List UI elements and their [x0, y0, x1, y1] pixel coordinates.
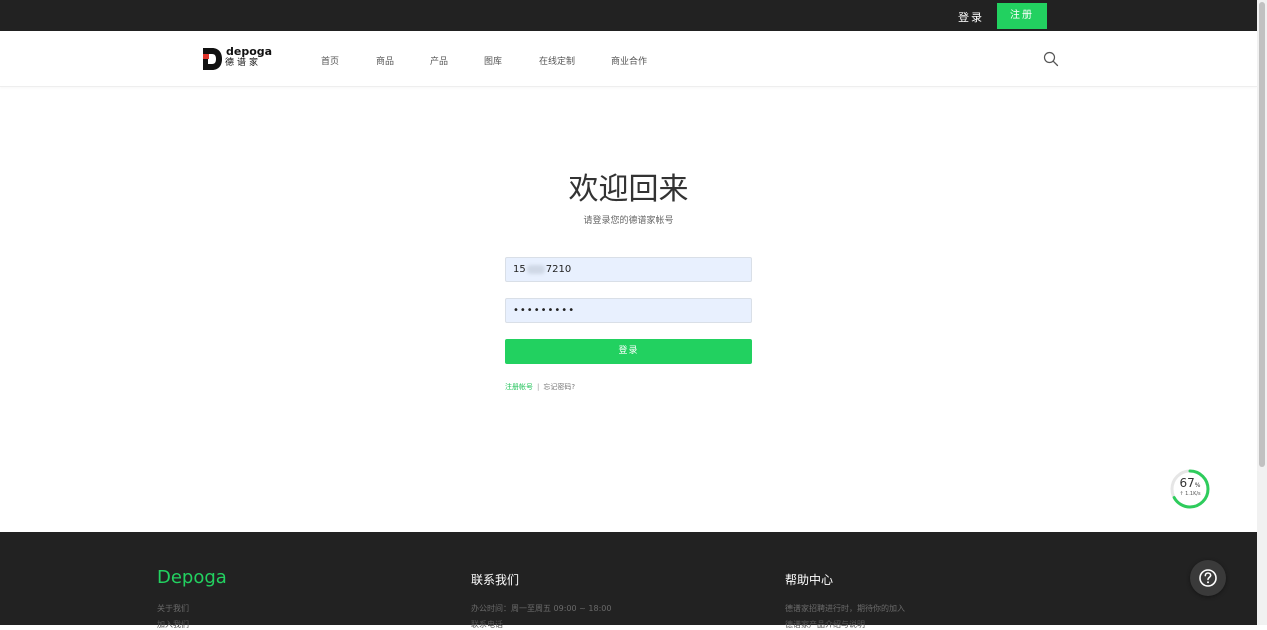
- network-speed-widget[interactable]: 67% ↑ 1.1K/s: [1170, 469, 1210, 509]
- account-links: 注册帐号 | 忘记密码?: [505, 382, 575, 392]
- top-bar: 登录 注册: [0, 0, 1257, 31]
- page-subtitle: 请登录您的德谱家帐号: [583, 216, 674, 226]
- footer-recruit-link[interactable]: 德谱家招聘进行时，期待你的加入: [785, 603, 905, 614]
- phone-input[interactable]: 15 7210: [505, 257, 752, 282]
- footer-help-heading: 帮助中心: [785, 573, 834, 587]
- help-icon: [1199, 569, 1217, 587]
- speed-rate: ↑ 1.1K/s: [1179, 491, 1201, 497]
- logo-wordmark: depoga: [226, 45, 273, 58]
- login-section: 欢迎回来 请登录您的德谱家帐号 15 7210 ••••••••• 登录 注册帐号…: [0, 86, 1257, 532]
- register-account-link[interactable]: 注册帐号: [505, 383, 533, 391]
- footer-office-hours: 办公时间：周一至周五 09:00 ~ 18:00: [471, 604, 612, 613]
- nav-item-business[interactable]: 商业合作: [611, 54, 647, 67]
- footer-contact-heading: 联系我们: [471, 573, 520, 587]
- search-icon[interactable]: [1043, 51, 1059, 67]
- footer-about-link[interactable]: 关于我们: [157, 603, 189, 614]
- depoga-logo[interactable]: depoga 德谱家: [203, 46, 273, 72]
- speed-percent: 67%: [1179, 476, 1201, 490]
- phone-prefix: 15: [513, 264, 526, 275]
- logo-chinese: 德谱家: [225, 58, 262, 68]
- top-login-link[interactable]: 登录: [958, 9, 984, 25]
- nav-item-gallery[interactable]: 图库: [484, 54, 502, 67]
- top-register-button[interactable]: 注册: [997, 3, 1047, 29]
- password-input[interactable]: •••••••••: [505, 298, 752, 323]
- nav-item-home[interactable]: 首页: [321, 54, 339, 67]
- depoga-logo-icon: [203, 48, 222, 70]
- vertical-scrollbar[interactable]: [1257, 0, 1267, 625]
- masked-digits: [526, 264, 545, 274]
- nav-item-products[interactable]: 产品: [430, 54, 448, 67]
- nav-item-goods[interactable]: 商品: [376, 54, 394, 67]
- footer-brand: Depoga: [157, 567, 227, 588]
- phone-suffix: 7210: [545, 264, 572, 275]
- links-separator: |: [537, 383, 540, 391]
- footer: Depoga 关于我们 加入我们 联系我们 办公时间：周一至周五 09:00 ~…: [0, 532, 1257, 629]
- forgot-password-link[interactable]: 忘记密码?: [543, 383, 575, 391]
- nav-item-custom[interactable]: 在线定制: [539, 54, 575, 67]
- main-navbar: depoga 德谱家 首页 商品 产品 图库 在线定制 商业合作: [0, 31, 1257, 87]
- login-submit-button[interactable]: 登录: [505, 339, 752, 364]
- page-title: 欢迎回来: [568, 172, 689, 207]
- password-mask: •••••••••: [513, 305, 576, 316]
- scrollbar-thumb[interactable]: [1259, 2, 1265, 467]
- help-button[interactable]: [1190, 560, 1226, 596]
